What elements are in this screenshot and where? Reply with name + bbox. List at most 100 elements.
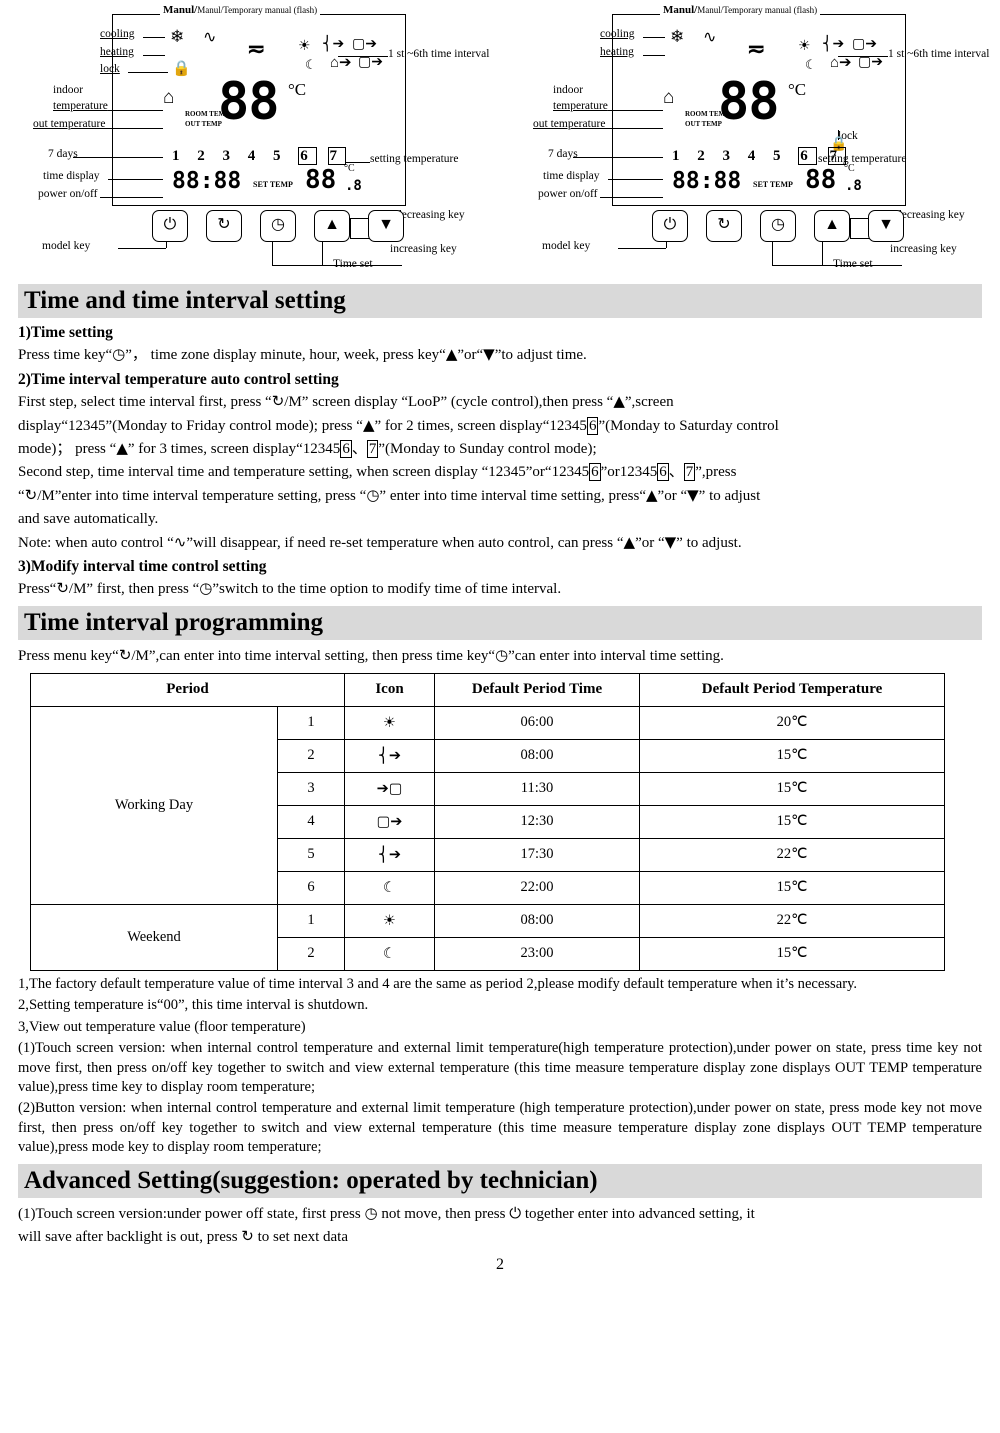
period-number: 2: [277, 738, 345, 773]
button-row: ⏻ ↻ ◷ ▲ ▼: [152, 210, 418, 242]
day-numbers: 1 2 3 4 5 6 7: [672, 147, 846, 165]
moon-icon: ☾: [305, 57, 317, 72]
label-interval-note: 1 st ~6th time interval: [888, 48, 990, 60]
power-button[interactable]: ⏻: [152, 210, 188, 242]
house-out-icon: ▢➔: [344, 804, 435, 839]
paragraph-time-setting: Press time key“◷”， time zone display min…: [18, 345, 982, 366]
down-arrow-icon: ▼: [664, 532, 677, 551]
house-in-icon: ➔▢: [344, 771, 435, 806]
leader-line: [772, 265, 902, 266]
mode-icon: ↻: [118, 646, 132, 665]
paragraph-advanced-2: will save after backlight is out, press …: [18, 1227, 982, 1248]
home-in-icon: ⌂➔: [830, 55, 852, 71]
mode-button[interactable]: ↻: [706, 210, 742, 242]
clock-icon: ◷: [199, 579, 213, 598]
heat-wave-icon: ∿: [173, 532, 187, 551]
set-degree-celsius: °C: [344, 163, 355, 174]
sun-icon: ☀: [344, 705, 435, 740]
snowflake-icon: ❄: [170, 27, 185, 46]
leader-line: [618, 248, 666, 249]
text-a: Press time key“: [18, 347, 113, 363]
mode-icon: ↻: [241, 1227, 254, 1246]
period-temp: 15℃: [639, 771, 945, 806]
label-heating: heating: [600, 46, 634, 58]
label-out-temperature: out temperature: [33, 118, 106, 130]
period-temp: 15℃: [639, 738, 945, 773]
label-increasing-key: increasing key: [390, 243, 457, 255]
leader-line: [143, 55, 165, 56]
clock-value: 88:88: [672, 168, 742, 194]
leader-line: [143, 37, 165, 38]
up-button[interactable]: ▲: [814, 210, 850, 242]
table-row: Weekend 1 ☀ 08:00 22℃: [30, 903, 945, 971]
period-number: 5: [277, 837, 345, 872]
notes-block: 1,The factory default temperature value …: [18, 975, 982, 1158]
period-temp: 22℃: [639, 837, 945, 872]
out-temp-label: OUT TEMP: [685, 120, 722, 128]
text-d: ”to adjust time.: [494, 347, 587, 363]
leader-line: [603, 128, 663, 129]
power-button[interactable]: ⏻: [652, 210, 688, 242]
subheading-time-setting: 1)Time setting: [18, 324, 113, 341]
leader-line: [608, 110, 663, 111]
period-time: 08:00: [434, 738, 640, 773]
paragraph-enter-interval: “↻/M”enter into time interval temperatur…: [18, 486, 982, 507]
note-3: 3,View out temperature value (floor temp…: [18, 1018, 306, 1035]
text-c: ”or“: [457, 347, 484, 363]
text-a: Press menu key“: [18, 648, 119, 665]
label-time-display: time display: [543, 170, 600, 182]
leader-line: [600, 197, 663, 198]
paragraph-advanced-1: (1)Touch screen version:under power off …: [18, 1204, 982, 1225]
text-d: ”(Monday to Saturday control: [598, 417, 779, 434]
down-button[interactable]: ▼: [368, 210, 404, 242]
period-temp: 15℃: [639, 870, 945, 905]
up-arrow-icon: ▲: [613, 391, 625, 410]
label-model-key: model key: [542, 240, 591, 252]
label-7days: 7 days: [548, 148, 578, 160]
text-c: ” enter into time interval time setting,…: [379, 487, 646, 504]
down-arrow-icon: ▼: [483, 345, 495, 363]
label-heating: heating: [100, 46, 134, 58]
text-b: ” for 3 times, screen display“12345: [127, 441, 341, 458]
day-6: 6: [798, 147, 817, 165]
house-in-icon: ▢➔: [858, 55, 883, 70]
period-time: 17:30: [434, 837, 640, 872]
clock-button[interactable]: ◷: [760, 210, 796, 242]
paragraph-second-step: Second step, time interval time and temp…: [18, 463, 982, 483]
period-time: 23:00: [434, 936, 640, 971]
label-interval-note: 1 st ~6th time interval: [388, 48, 490, 60]
clock-value: 88:88: [172, 168, 242, 194]
text-a: (1)Touch screen version:under power off …: [18, 1205, 361, 1222]
section-heading-time-setting: Time and time interval setting: [18, 284, 982, 318]
subheading-auto-control: 2)Time interval temperature auto control…: [18, 370, 339, 388]
house-out-icon: ▢➔: [852, 37, 877, 52]
text-b: ”， time zone display minute, hour, week,…: [125, 347, 446, 363]
heat-wave-icon: ∿: [703, 29, 717, 46]
sun-icon: ☀: [298, 39, 311, 54]
group-label-working-day: Working Day: [30, 705, 278, 905]
note-5: (2)Button version: when internal control…: [18, 1100, 982, 1156]
up-button[interactable]: ▲: [314, 210, 350, 242]
day-numbers: 1 2 3 4 5 6 7: [172, 147, 346, 165]
mode-icon: ↻: [24, 485, 38, 504]
heat-wave-icon: ∿: [203, 29, 217, 46]
text-d: 、: [351, 441, 367, 458]
label-cooling: cooling: [100, 28, 135, 40]
down-button[interactable]: ▼: [868, 210, 904, 242]
text-c: ”switch to the time option to modify tim…: [212, 581, 562, 598]
leader-line: [103, 128, 163, 129]
degree-celsius: °C: [788, 80, 807, 99]
mode-button[interactable]: ↻: [206, 210, 242, 242]
day-7-boxed: 7: [366, 440, 379, 459]
label-time-display: time display: [43, 170, 100, 182]
text-c: ”can enter into interval time setting.: [508, 648, 724, 665]
label-setting-temperature: setting temperature: [370, 153, 459, 165]
house-temp-icon: ⌂: [163, 87, 175, 108]
text-b: /M” first, then press “: [68, 581, 200, 598]
clock-icon: ◷: [112, 345, 126, 363]
sun-icon: ☀: [798, 39, 811, 54]
clock-button[interactable]: ◷: [260, 210, 296, 242]
period-time: 06:00: [434, 705, 640, 740]
set-temp-label: SET TEMP: [253, 180, 293, 189]
up-arrow-icon: ▲: [445, 345, 458, 363]
